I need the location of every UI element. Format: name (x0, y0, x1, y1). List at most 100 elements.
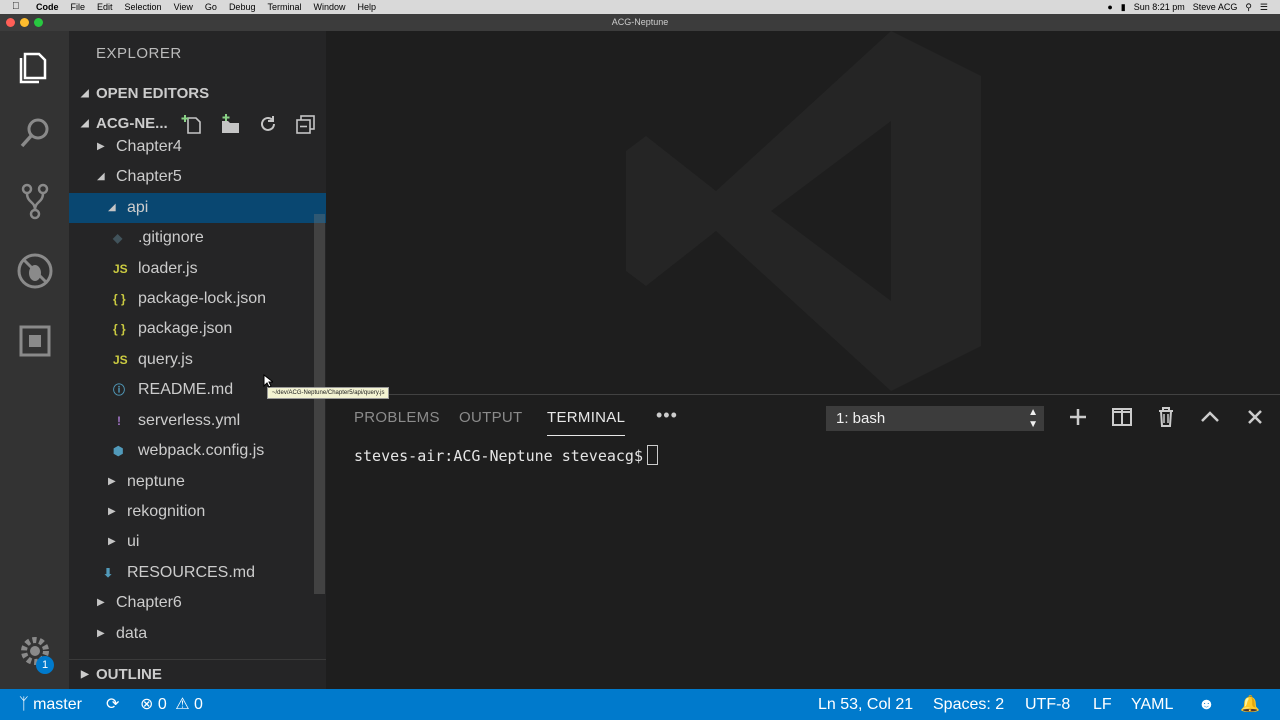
menu-window[interactable]: Window (313, 0, 345, 14)
open-editors-header[interactable]: ◢ OPEN EDITORS (69, 79, 326, 109)
spotlight-icon[interactable]: ⚲ (1245, 0, 1252, 14)
chevron-right-icon: ▶ (81, 669, 89, 680)
battery-icon[interactable]: ▮ (1121, 0, 1126, 14)
tree-item-chapter5[interactable]: ◢ Chapter5 (69, 162, 326, 192)
more-actions-icon[interactable]: ••• (656, 405, 678, 426)
window-title: ACG-Neptune (611, 17, 669, 27)
encoding[interactable]: UTF-8 (1025, 689, 1070, 720)
cursor-position[interactable]: Ln 53, Col 21 (818, 689, 913, 720)
menu-app[interactable]: Code (36, 0, 59, 14)
tab-problems[interactable]: PROBLEMS (354, 409, 440, 426)
json-file-icon: { } (113, 292, 126, 306)
notification-center-icon[interactable]: ☰ (1260, 0, 1268, 14)
end-of-line[interactable]: LF (1093, 689, 1112, 720)
branch-icon: ᛉ (19, 696, 29, 713)
mac-menubar:  Code File Edit Selection View Go Debug… (0, 0, 1280, 14)
chevron-right-icon: ▶ (97, 597, 105, 608)
tree-item-resources-md[interactable]: ⬇ RESOURCES.md (69, 558, 326, 588)
chevron-down-icon: ◢ (97, 171, 105, 182)
apple-icon[interactable]:  (12, 0, 26, 14)
settings-update-badge: 1 (36, 656, 54, 674)
menu-terminal[interactable]: Terminal (267, 0, 301, 14)
zoom-window-button[interactable] (34, 18, 43, 27)
split-terminal-icon[interactable] (1109, 404, 1135, 430)
search-icon[interactable] (15, 113, 55, 153)
problems-indicator[interactable]: ⊗ 0 ⚠ 0 (140, 689, 203, 720)
mouse-pointer-icon (263, 374, 273, 388)
window-controls (6, 18, 43, 27)
bottom-panel: PROBLEMS OUTPUT TERMINAL ••• 1: bash ▲ ▼ … (326, 394, 1280, 690)
tab-terminal[interactable]: TERMINAL (547, 409, 626, 436)
close-panel-icon[interactable] (1242, 404, 1268, 430)
explorer-title: EXPLORER (96, 45, 182, 62)
close-window-button[interactable] (6, 18, 15, 27)
status-bar: ᛉ master ⟳ ⊗ 0 ⚠ 0 Ln 53, Col 21 Spaces:… (0, 689, 1280, 720)
files-icon[interactable] (15, 46, 55, 86)
menu-help[interactable]: Help (358, 0, 377, 14)
clock[interactable]: Sun 8:21 pm (1134, 0, 1185, 14)
menu-view[interactable]: View (174, 0, 193, 14)
debug-icon[interactable] (15, 251, 55, 291)
extensions-icon[interactable] (15, 321, 55, 361)
sidebar-scrollbar[interactable] (314, 214, 325, 594)
menu-go[interactable]: Go (205, 0, 217, 14)
wifi-icon[interactable]: ● (1107, 0, 1112, 14)
editor-area[interactable] (326, 31, 1280, 394)
tree-item-loader-js[interactable]: JS loader.js (69, 254, 326, 284)
tab-output[interactable]: OUTPUT (459, 409, 522, 426)
source-control-icon[interactable] (15, 181, 55, 221)
sync-icon[interactable]: ⟳ (106, 689, 119, 720)
js-file-icon: JS (113, 262, 128, 276)
trash-icon[interactable] (1153, 404, 1179, 430)
outline-header[interactable]: ▶ OUTLINE (69, 659, 326, 689)
select-arrows-icon: ▲ ▼ (1028, 407, 1038, 430)
terminal-prompt[interactable]: steves-air:ACG-Neptune steveacg$ (354, 445, 658, 465)
webpack-file-icon: ⬢ (113, 444, 124, 458)
user-name[interactable]: Steve ACG (1193, 0, 1238, 14)
json-file-icon: { } (113, 322, 126, 336)
maximize-panel-icon[interactable] (1197, 404, 1223, 430)
tree-item-api[interactable]: ◢ api (69, 193, 326, 223)
js-file-icon: JS (113, 353, 128, 367)
warning-icon: ⚠ (175, 696, 190, 713)
chevron-right-icon: ▶ (97, 628, 105, 639)
new-terminal-icon[interactable] (1065, 404, 1091, 430)
window-titlebar: ACG-Neptune (0, 14, 1280, 31)
menu-selection[interactable]: Selection (125, 0, 162, 14)
indentation[interactable]: Spaces: 2 (933, 689, 1004, 720)
menu-debug[interactable]: Debug (229, 0, 256, 14)
language-mode[interactable]: YAML (1131, 689, 1173, 720)
tree-item-query-js[interactable]: JS query.js (69, 345, 326, 375)
tree-item-package-lock-json[interactable]: { } package-lock.json (69, 284, 326, 314)
chevron-right-icon: ▶ (108, 506, 116, 517)
git-branch[interactable]: ᛉ master (19, 689, 82, 720)
activity-bar: 1 (0, 31, 69, 689)
tree-item-serverless-yml[interactable]: ! serverless.yml (69, 406, 326, 436)
tree-item-chapter4[interactable]: ▶ Chapter4 (69, 132, 326, 162)
terminal-cursor (646, 445, 658, 465)
tree-item-webpack-config-js[interactable]: ⬢ webpack.config.js (69, 436, 326, 466)
minimize-window-button[interactable] (20, 18, 29, 27)
tree-item-package-json[interactable]: { } package.json (69, 314, 326, 344)
tree-item-chapter6[interactable]: ▶ Chapter6 (69, 588, 326, 618)
chevron-right-icon: ▶ (108, 476, 116, 487)
git-file-icon: ◆ (113, 231, 123, 245)
error-icon: ⊗ (140, 696, 154, 713)
info-file-icon: ⓘ (113, 383, 126, 397)
file-path-tooltip: ~/dev/ACG-Neptune/Chapter5/api/query.js (267, 387, 390, 399)
terminal-select[interactable]: 1: bash ▲ ▼ (826, 406, 1044, 431)
tree-item-ui[interactable]: ▶ ui (69, 527, 326, 557)
chevron-down-icon: ◢ (108, 202, 116, 213)
menu-file[interactable]: File (71, 0, 86, 14)
tree-item-neptune[interactable]: ▶ neptune (69, 467, 326, 497)
explorer-sidebar: EXPLORER ◢ OPEN EDITORS ◢ ACG-NE... ▶ Ch… (69, 31, 326, 689)
tree-item-gitignore[interactable]: ◆ .gitignore (69, 223, 326, 253)
menu-edit[interactable]: Edit (97, 0, 113, 14)
markdown-file-icon: ⬇ (103, 566, 114, 580)
tree-item-rekognition[interactable]: ▶ rekognition (69, 497, 326, 527)
feedback-smiley-icon[interactable]: ☻ (1198, 689, 1215, 720)
yml-file-icon: ! (117, 414, 121, 428)
tree-item-data[interactable]: ▶ data (69, 619, 326, 649)
chevron-down-icon: ◢ (81, 88, 89, 99)
notifications-bell-icon[interactable]: 🔔 (1240, 689, 1260, 720)
